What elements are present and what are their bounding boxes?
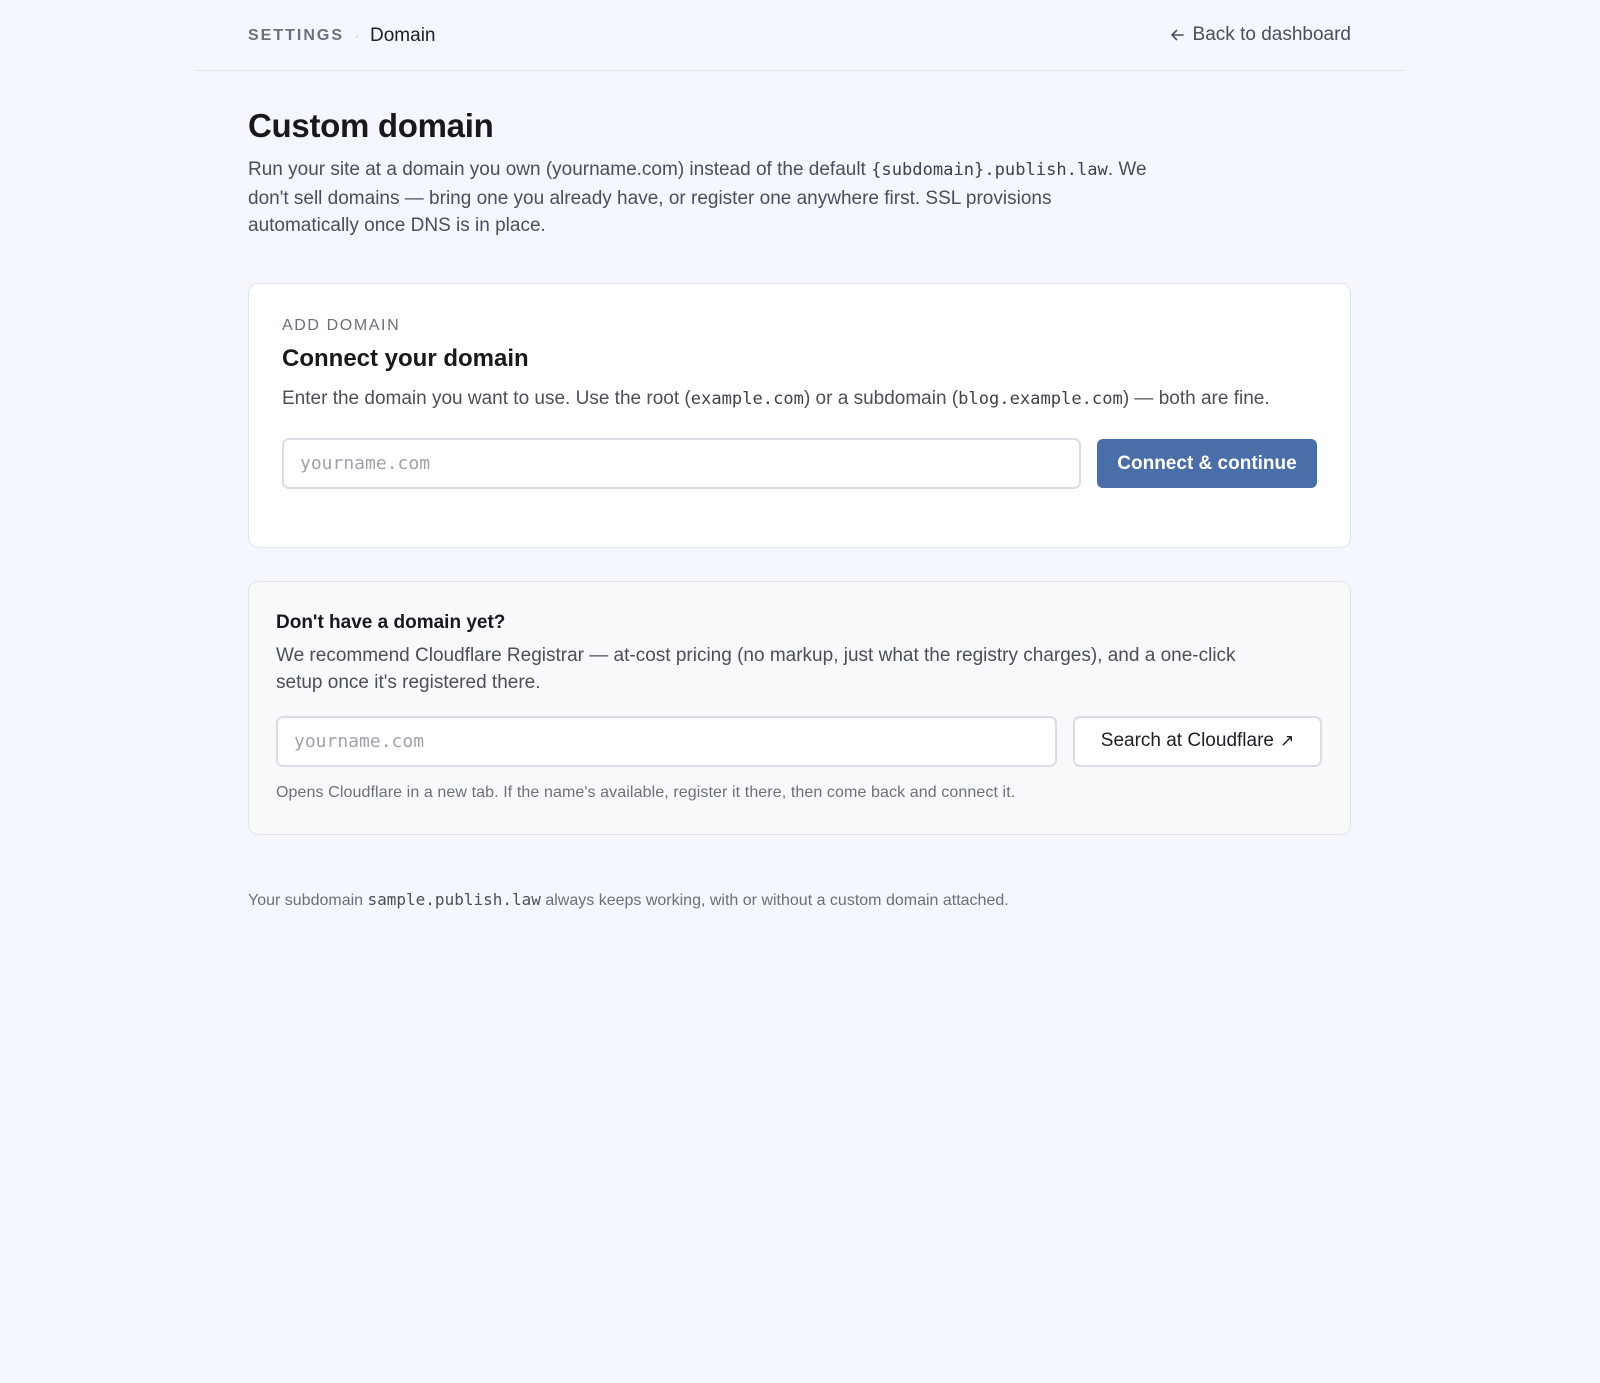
current-subdomain-code: sample.publish.law — [368, 890, 541, 909]
intro-text-before: Run your site at a domain you own (yourn… — [248, 159, 872, 181]
external-link-icon: ↗ — [1279, 731, 1295, 751]
breadcrumb-settings[interactable]: SETTINGS — [248, 27, 344, 45]
no-domain-title: Don't have a domain yet? — [276, 611, 506, 633]
current-subdomain-tld: law — [512, 889, 541, 909]
main-content: Custom domain Run your site at a domain … — [195, 71, 1405, 910]
breadcrumb-current: Domain — [370, 25, 436, 46]
registrar-search-row: Search at Cloudflare ↗ — [276, 715, 1323, 767]
arrow-left-icon — [1170, 29, 1184, 41]
example-subdomain-code: blog.example.com — [958, 388, 1123, 409]
domain-input[interactable] — [282, 438, 1081, 490]
default-subdomain-code-tld: law — [1076, 160, 1108, 181]
connect-domain-title: Connect your domain — [282, 344, 529, 372]
page-intro: Run your site at a domain you own (yourn… — [248, 156, 1148, 240]
back-link-label: Back to dashboard — [1192, 24, 1351, 45]
breadcrumb-separator: · — [355, 29, 360, 43]
registrar-hint: Opens Cloudflare in a new tab. If the na… — [276, 783, 1016, 801]
default-subdomain-code: {subdomain}.publish.law — [871, 160, 1108, 180]
subdomain-footnote: Your subdomain sample.publish.law always… — [248, 890, 1351, 910]
registrar-description: We recommend Cloudflare Registrar — at-c… — [276, 644, 1236, 693]
connect-continue-button[interactable]: Connect & continue — [1097, 439, 1317, 489]
footnote-before: Your subdomain — [248, 891, 368, 909]
connect-domain-row: Connect & continue — [282, 438, 1317, 490]
add-domain-eyebrow: ADD DOMAIN — [282, 316, 401, 334]
connect-desc-part-2: ) or a subdomain ( — [803, 387, 959, 409]
connect-desc-part-1: Enter the domain you want to use. Use th… — [282, 387, 691, 409]
connect-desc-part-3: ) — both are fine. — [1122, 387, 1270, 409]
top-bar: SETTINGS · Domain Back to dashboard — [195, 0, 1405, 71]
default-subdomain-code-host: {subdomain}.publish. — [871, 160, 1077, 181]
search-cloudflare-label: Search at Cloudflare — [1100, 730, 1274, 752]
current-subdomain-host: sample.publish. — [367, 889, 513, 909]
add-domain-card: ADD DOMAIN Connect your domain Enter the… — [248, 282, 1351, 548]
back-to-dashboard-link[interactable]: Back to dashboard — [1169, 24, 1351, 46]
registrar-card: Don't have a domain yet? We recommend Cl… — [248, 580, 1351, 835]
search-cloudflare-button[interactable]: Search at Cloudflare ↗ — [1073, 715, 1322, 767]
example-root-code: example.com — [690, 388, 804, 409]
footnote-after: always keeps working, with or without a … — [540, 891, 1009, 909]
breadcrumb: SETTINGS · Domain — [248, 25, 436, 47]
connect-domain-description: Enter the domain you want to use. Use th… — [282, 386, 1282, 413]
page-title: Custom domain — [248, 107, 494, 144]
page-frame: SETTINGS · Domain Back to dashboard Cust… — [195, 0, 1405, 910]
registrar-search-input[interactable] — [276, 715, 1057, 767]
